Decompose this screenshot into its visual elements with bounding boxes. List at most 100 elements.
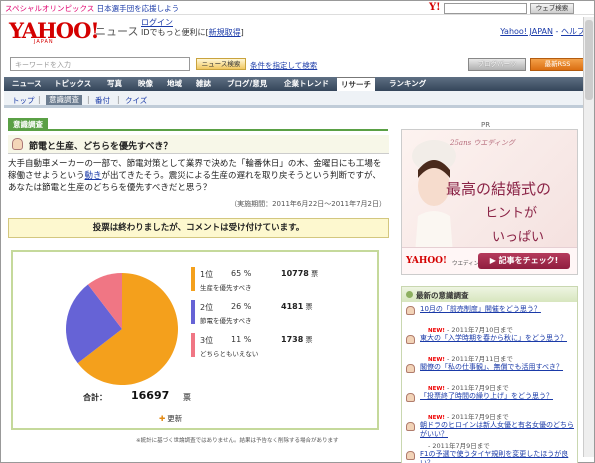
- subnav-sep: |: [87, 95, 90, 104]
- refresh-icon: ✚: [159, 414, 166, 423]
- pie-chart: [66, 273, 178, 385]
- legend-option: 生産を優先すべき: [200, 284, 252, 292]
- promo-prefix: スペシャルオリンピックス: [5, 4, 95, 13]
- legend-color-bar: [191, 333, 195, 357]
- nav-topics[interactable]: トピックス: [54, 77, 91, 91]
- search-row: キーワードを入力 ニュース検索 条件を指定して検索 ブログパーツ 最新RSS: [10, 57, 587, 73]
- results-box: 1位 65 % 10778 票生産を優先すべき 2位 26 % 4181 票節電を優先すべ…: [11, 250, 379, 430]
- legend-percent: 26 %: [231, 302, 252, 311]
- help-link[interactable]: ヘルプ: [561, 27, 585, 36]
- ad-brand: 25ans ウエディング: [450, 139, 515, 147]
- legend-color-bar: [191, 267, 195, 291]
- ad-yahoo-logo: YAHOO!: [406, 256, 447, 266]
- nav-research[interactable]: リサーチ: [337, 77, 375, 91]
- header-links: Yahoo! JAPAN - ヘルプ: [500, 27, 585, 36]
- ad-footer: YAHOO! ウエディング ▶ 記事をチェック!: [402, 247, 577, 274]
- scrollbar-thumb[interactable]: [585, 20, 593, 100]
- footnote: ※統計に基づく世論調査ではありません。結果は予告なく削除する場合があります: [136, 438, 339, 444]
- person-icon: [12, 138, 23, 150]
- nav-photo[interactable]: 写真: [107, 77, 122, 91]
- subnav-banzuke[interactable]: 番付: [95, 95, 110, 106]
- ad-cta-label: 記事をチェック!: [498, 256, 559, 265]
- legend-item-3: 3位 11 % 1738 票どちらともいえない: [191, 333, 371, 361]
- nav-magazine[interactable]: 雑誌: [196, 77, 211, 91]
- subnav-survey[interactable]: 意識調査: [46, 95, 82, 105]
- latest-title: 最新の意識調査: [416, 291, 469, 300]
- service-name[interactable]: ニュース: [95, 23, 138, 39]
- latest-survey-date: - 2011年7月9日まで: [428, 442, 490, 450]
- nav-blog[interactable]: ブログ/意見: [227, 77, 267, 91]
- latest-survey-title[interactable]: 東大の「入学時期を春から秋に」をどう思う？: [420, 334, 576, 343]
- promo-text: 日本選手団を応援しよう: [96, 4, 180, 13]
- rss-button[interactable]: 最新RSS: [530, 58, 585, 71]
- legend-color-bar: [191, 300, 195, 324]
- nav-video[interactable]: 映像: [138, 77, 153, 91]
- legend-percent: 65 %: [231, 269, 252, 278]
- latest-survey-title[interactable]: F1の予選で使うタイヤ規則を変更したほうが良い？: [420, 450, 576, 463]
- section-label: 意識調査: [8, 118, 388, 131]
- latest-header: 最新の意識調査: [402, 287, 577, 302]
- legend-percent: 11 %: [231, 335, 252, 344]
- main-nav: ニュース トピックス 写真 映像 地域 雑誌 ブログ/意見 企業トレンド リサー…: [4, 77, 591, 91]
- latest-survey-date: NEW! - 2011年7月10日まで: [428, 326, 513, 334]
- pr-label: PR: [481, 121, 491, 129]
- scrollbar[interactable]: [583, 17, 594, 457]
- web-search-button[interactable]: ウェブ検索: [530, 3, 574, 14]
- latest-surveys: 最新の意識調査 10月の「前売制度」開催をどう思う？ NEW! - 2011年7…: [401, 286, 578, 463]
- total-label: 合計：: [83, 393, 107, 402]
- person-icon: [406, 335, 415, 344]
- yahoo-logo-sub: JAPAN: [34, 39, 54, 45]
- subnav-quiz[interactable]: クイズ: [125, 95, 147, 106]
- yahoo-japan-link[interactable]: Yahoo! JAPAN: [500, 27, 553, 36]
- section-rule: [8, 129, 388, 131]
- subnav-sep: |: [117, 95, 120, 104]
- latest-survey-date: NEW! - 2011年7月9日まで: [428, 413, 509, 421]
- latest-survey-title[interactable]: 朝ドラのヒロインは新人女優と有名女優のどちらがいい？: [420, 421, 576, 439]
- latest-survey-date: NEW! - 2011年7月9日まで: [428, 384, 509, 392]
- body-link[interactable]: 動き: [85, 171, 102, 181]
- news-search-button[interactable]: ニュース検索: [196, 58, 246, 70]
- subnav-top[interactable]: トップ: [12, 95, 35, 106]
- subnav-sep: |: [38, 95, 41, 104]
- legend-count: 10778 票: [281, 269, 319, 278]
- legend-item-1: 1位 65 % 10778 票生産を優先すべき: [191, 267, 371, 295]
- latest-survey-title[interactable]: 10月の「前売制度」開催をどう思う？: [420, 305, 576, 314]
- person-icon: [406, 422, 415, 431]
- legend-rank: 3位: [200, 336, 214, 345]
- person-icon: [406, 306, 415, 315]
- promo-link[interactable]: スペシャルオリンピックス 日本選手団を応援しよう: [5, 3, 179, 14]
- blogparts-button[interactable]: ブログパーツ: [468, 58, 526, 71]
- wedding-ad[interactable]: 25ans ウエディング 最高の結婚式の ヒントが いっぱい YAHOO! ウエ…: [401, 129, 578, 275]
- web-search-input[interactable]: [444, 3, 527, 14]
- refresh-button[interactable]: ✚ 更新: [159, 413, 182, 424]
- ad-cta-button[interactable]: ▶ 記事をチェック!: [478, 253, 570, 269]
- login-area: ログイン IDでもっと便利に[新規取得]: [141, 18, 244, 38]
- legend-count: 4181 票: [281, 302, 313, 311]
- login-text-suffix: ]: [240, 28, 244, 37]
- legend-option: どちらともいえない: [200, 350, 259, 358]
- latest-survey-title[interactable]: 閣僚の「私の仕事観」、無償でも活用すべき？: [420, 363, 576, 372]
- sub-nav: トップ | 意識調査 | 番付 | クイズ: [4, 91, 591, 108]
- login-link[interactable]: ログイン: [141, 18, 244, 28]
- nav-trend[interactable]: 企業トレンド: [284, 77, 329, 91]
- question-body: 大手自動車メーカーの一部で、節電対策として業界で決めた「輪番休日」の木、金曜日に…: [8, 158, 389, 194]
- question-box: 節電と生産、どちらを優先すべき？: [8, 135, 389, 154]
- total-unit: 票: [183, 393, 191, 402]
- nav-region[interactable]: 地域: [167, 77, 182, 91]
- yahoo-small-logo[interactable]: Y!: [429, 2, 441, 13]
- ad-headline-3: いっぱい: [492, 230, 545, 245]
- latest-survey-title[interactable]: 「投票終了時間の繰り上げ」をどう思う？: [420, 392, 576, 401]
- bullet-icon: [406, 291, 413, 298]
- question-title: 節電と生産、どちらを優先すべき？: [29, 142, 173, 152]
- advanced-search-link[interactable]: 条件を指定して検索: [250, 60, 317, 71]
- news-search-input[interactable]: キーワードを入力: [10, 57, 190, 71]
- legend-count: 1738 票: [281, 335, 313, 344]
- person-icon: [406, 364, 415, 373]
- person-icon: [406, 451, 415, 460]
- nav-ranking[interactable]: ランキング: [389, 77, 426, 91]
- closed-notice: 投票は終わりましたが、コメントは受け付けています。: [8, 218, 389, 238]
- legend-option: 節電を優先すべき: [200, 317, 252, 325]
- latest-survey-date: NEW! - 2011年7月11日まで: [428, 355, 513, 363]
- register-link[interactable]: 新規取得: [209, 28, 241, 37]
- nav-news[interactable]: ニュース: [12, 77, 42, 91]
